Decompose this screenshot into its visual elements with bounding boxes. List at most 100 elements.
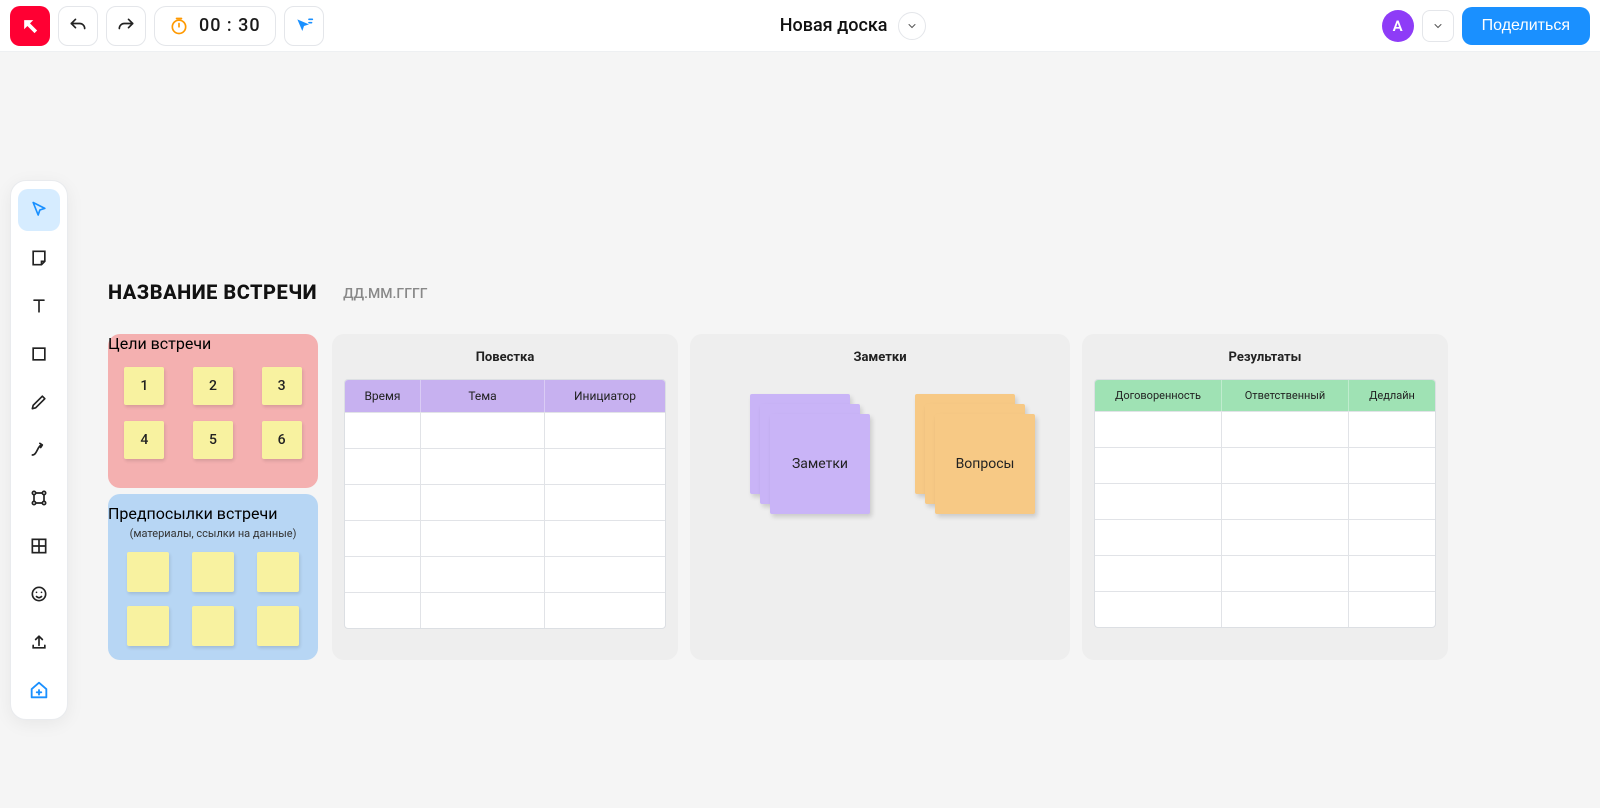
upload-icon <box>29 632 49 652</box>
meeting-date[interactable]: ДД.ММ.ГГГГ <box>343 286 428 302</box>
panel-notes-title: Заметки <box>690 334 1070 365</box>
agenda-row[interactable] <box>345 556 665 592</box>
goal-sticky[interactable]: 2 <box>193 367 233 405</box>
topbar-center: Новая доска <box>324 12 1382 40</box>
agenda-col-initiator: Инициатор <box>545 380 665 412</box>
meeting-title[interactable]: НАЗВАНИЕ ВСТРЕЧИ <box>108 280 317 304</box>
agenda-col-topic: Тема <box>421 380 545 412</box>
canvas[interactable]: НАЗВАНИЕ ВСТРЕЧИ ДД.ММ.ГГГГ Цели встречи… <box>0 52 1600 808</box>
question-sticky[interactable]: Вопросы <box>935 414 1035 514</box>
goal-sticky[interactable]: 5 <box>193 421 233 459</box>
goal-sticky[interactable]: 4 <box>124 421 164 459</box>
results-col-agreement: Договоренность <box>1095 380 1222 411</box>
avatar-initial: A <box>1393 17 1403 35</box>
agenda-row[interactable] <box>345 448 665 484</box>
panel-prereq[interactable]: Предпосылки встречи (материалы, ссылки н… <box>108 494 318 660</box>
grid-icon <box>29 536 49 556</box>
prereq-sticky[interactable] <box>257 606 299 646</box>
goal-sticky[interactable]: 3 <box>262 367 302 405</box>
results-row[interactable] <box>1095 591 1435 627</box>
chevron-down-icon <box>1432 20 1444 32</box>
redo-button[interactable] <box>106 6 146 46</box>
tool-toolbar <box>10 180 68 720</box>
agenda-row[interactable] <box>345 412 665 448</box>
panel-agenda[interactable]: Повестка Время Тема Инициатор <box>332 334 678 660</box>
panel-results[interactable]: Результаты Договоренность Ответственный … <box>1082 334 1448 660</box>
timer-button[interactable]: 00 : 30 <box>154 6 276 46</box>
tool-stamp[interactable] <box>18 573 60 615</box>
question-sticky-label: Вопросы <box>956 456 1015 472</box>
share-button[interactable]: Поделиться <box>1462 7 1590 45</box>
prereq-sticky[interactable] <box>127 606 169 646</box>
text-icon <box>29 296 49 316</box>
agenda-row[interactable] <box>345 592 665 628</box>
arrow-curve-icon <box>29 440 49 460</box>
panel-prereq-subtitle: (материалы, ссылки на данные) <box>108 527 318 540</box>
results-row[interactable] <box>1095 519 1435 555</box>
panel-prereq-title: Предпосылки встречи <box>108 494 318 523</box>
prereq-sticky[interactable] <box>192 606 234 646</box>
prereq-sticky[interactable] <box>192 552 234 592</box>
tool-upload[interactable] <box>18 621 60 663</box>
prereq-sticky[interactable] <box>257 552 299 592</box>
tool-connector[interactable] <box>18 429 60 471</box>
redo-icon <box>116 16 136 36</box>
results-row[interactable] <box>1095 483 1435 519</box>
tool-text[interactable] <box>18 285 60 327</box>
tool-pen[interactable] <box>18 381 60 423</box>
prereq-grid <box>108 540 318 646</box>
panel-goals-title: Цели встречи <box>108 334 318 353</box>
goal-sticky[interactable]: 6 <box>262 421 302 459</box>
undo-button[interactable] <box>58 6 98 46</box>
agenda-table-header: Время Тема Инициатор <box>345 380 665 412</box>
stopwatch-icon <box>169 16 189 36</box>
note-sticky[interactable]: Заметки <box>770 414 870 514</box>
topbar-right: A Поделиться <box>1382 7 1590 45</box>
results-row[interactable] <box>1095 411 1435 447</box>
prereq-sticky[interactable] <box>127 552 169 592</box>
board-title-menu[interactable] <box>898 12 926 40</box>
panel-results-title: Результаты <box>1082 334 1448 365</box>
agenda-row[interactable] <box>345 520 665 556</box>
note-sticky-label: Заметки <box>792 456 848 472</box>
face-icon <box>29 584 49 604</box>
goal-sticky[interactable]: 1 <box>124 367 164 405</box>
user-menu[interactable] <box>1422 10 1454 42</box>
tool-frame[interactable] <box>18 525 60 567</box>
tool-add[interactable] <box>18 669 60 711</box>
nodes-icon <box>29 488 49 508</box>
timer-value: 00 : 30 <box>199 15 261 36</box>
agenda-table[interactable]: Время Тема Инициатор <box>344 379 666 629</box>
tool-integrations[interactable] <box>18 477 60 519</box>
panel-goals[interactable]: Цели встречи 1 2 3 4 5 6 <box>108 334 318 488</box>
meeting-header: НАЗВАНИЕ ВСТРЕЧИ ДД.ММ.ГГГГ <box>108 280 428 304</box>
agenda-col-time: Время <box>345 380 421 412</box>
agenda-row[interactable] <box>345 484 665 520</box>
home-plus-icon <box>28 679 50 701</box>
logo-icon <box>19 15 41 37</box>
results-row[interactable] <box>1095 447 1435 483</box>
results-table[interactable]: Договоренность Ответственный Дедлайн <box>1094 379 1436 628</box>
undo-icon <box>68 16 88 36</box>
presence-button[interactable] <box>284 6 324 46</box>
topbar: 00 : 30 Новая доска A Поделиться <box>0 0 1600 52</box>
cursor-icon <box>29 200 49 220</box>
sticky-note-icon <box>29 248 49 268</box>
results-row[interactable] <box>1095 555 1435 591</box>
chevron-down-icon <box>906 20 918 32</box>
tool-select[interactable] <box>18 189 60 231</box>
panel-agenda-title: Повестка <box>332 334 678 365</box>
panel-notes[interactable]: Заметки Заметки Вопросы <box>690 334 1070 660</box>
pencil-icon <box>29 392 49 412</box>
results-col-deadline: Дедлайн <box>1349 380 1435 411</box>
tool-shape[interactable] <box>18 333 60 375</box>
results-table-header: Договоренность Ответственный Дедлайн <box>1095 380 1435 411</box>
results-col-owner: Ответственный <box>1222 380 1349 411</box>
app-logo[interactable] <box>10 6 50 46</box>
topbar-left: 00 : 30 <box>10 6 324 46</box>
board-title[interactable]: Новая доска <box>780 15 888 36</box>
cursor-presence-icon <box>294 16 314 36</box>
tool-sticky[interactable] <box>18 237 60 279</box>
goals-grid: 1 2 3 4 5 6 <box>108 353 318 459</box>
avatar[interactable]: A <box>1382 10 1414 42</box>
